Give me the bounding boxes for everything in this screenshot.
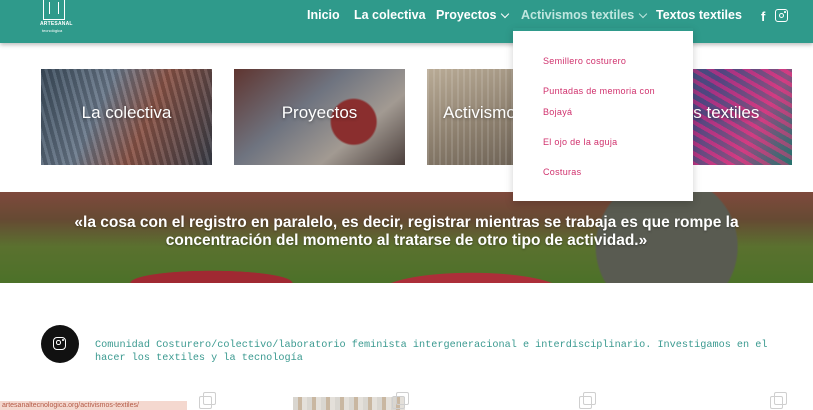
status-url-bar: artesanaltecnologica.org/activismos-text… <box>0 401 187 410</box>
gallery-icon[interactable] <box>199 392 216 409</box>
menu-item-semillero[interactable]: Semillero costurero <box>543 56 626 66</box>
gallery-icon[interactable] <box>392 392 409 409</box>
community-description: Comunidad Costurero/colectivo/laboratori… <box>95 340 768 364</box>
card-proyectos[interactable]: Proyectos <box>234 69 405 165</box>
nav-proyectos-label: Proyectos <box>436 8 497 22</box>
activismos-dropdown-menu: Semillero costurero Puntadas de memoria … <box>513 28 693 201</box>
nav-inicio[interactable]: Inicio <box>307 8 340 22</box>
menu-item-costuras[interactable]: Costuras <box>543 167 581 177</box>
nav-activismos-label: Activismos textiles <box>521 8 635 22</box>
facebook-icon[interactable]: f <box>761 9 765 24</box>
card-la-colectiva[interactable]: La colectiva <box>41 69 212 165</box>
menu-item-ojo-aguja[interactable]: El ojo de la aguja <box>543 137 617 147</box>
card-label: La colectiva <box>81 103 172 122</box>
nav-activismos-textiles[interactable]: Activismos textiles <box>521 8 648 22</box>
instagram-icon[interactable] <box>775 9 788 22</box>
card-label: Proyectos <box>281 103 358 122</box>
gallery-icon[interactable] <box>579 392 596 409</box>
instagram-icon <box>53 337 66 350</box>
site-logo[interactable]: ARTESANAL tecnológica <box>40 0 73 36</box>
quote-banner: «la cosa con el registro en paralelo, es… <box>0 192 813 283</box>
logo-mark-icon <box>43 0 65 20</box>
menu-item-puntadas[interactable]: Puntadas de memoria con <box>543 86 655 96</box>
nav-proyectos[interactable]: Proyectos <box>436 8 510 22</box>
instagram-thumbnail[interactable] <box>293 397 405 410</box>
chevron-down-icon <box>639 9 648 19</box>
logo-name: ARTESANAL <box>40 21 73 27</box>
gallery-icon[interactable] <box>770 392 787 409</box>
nav-textos-textiles[interactable]: Textos textiles <box>656 8 742 22</box>
quote-text: «la cosa con el registro en paralelo, es… <box>74 214 739 249</box>
instagram-profile-avatar[interactable] <box>41 325 79 363</box>
nav-la-colectiva[interactable]: La colectiva <box>354 8 426 22</box>
logo-subtitle: tecnológica <box>42 28 63 33</box>
menu-item-puntadas-cont[interactable]: Bojayá <box>543 107 572 117</box>
chevron-down-icon <box>501 9 510 19</box>
